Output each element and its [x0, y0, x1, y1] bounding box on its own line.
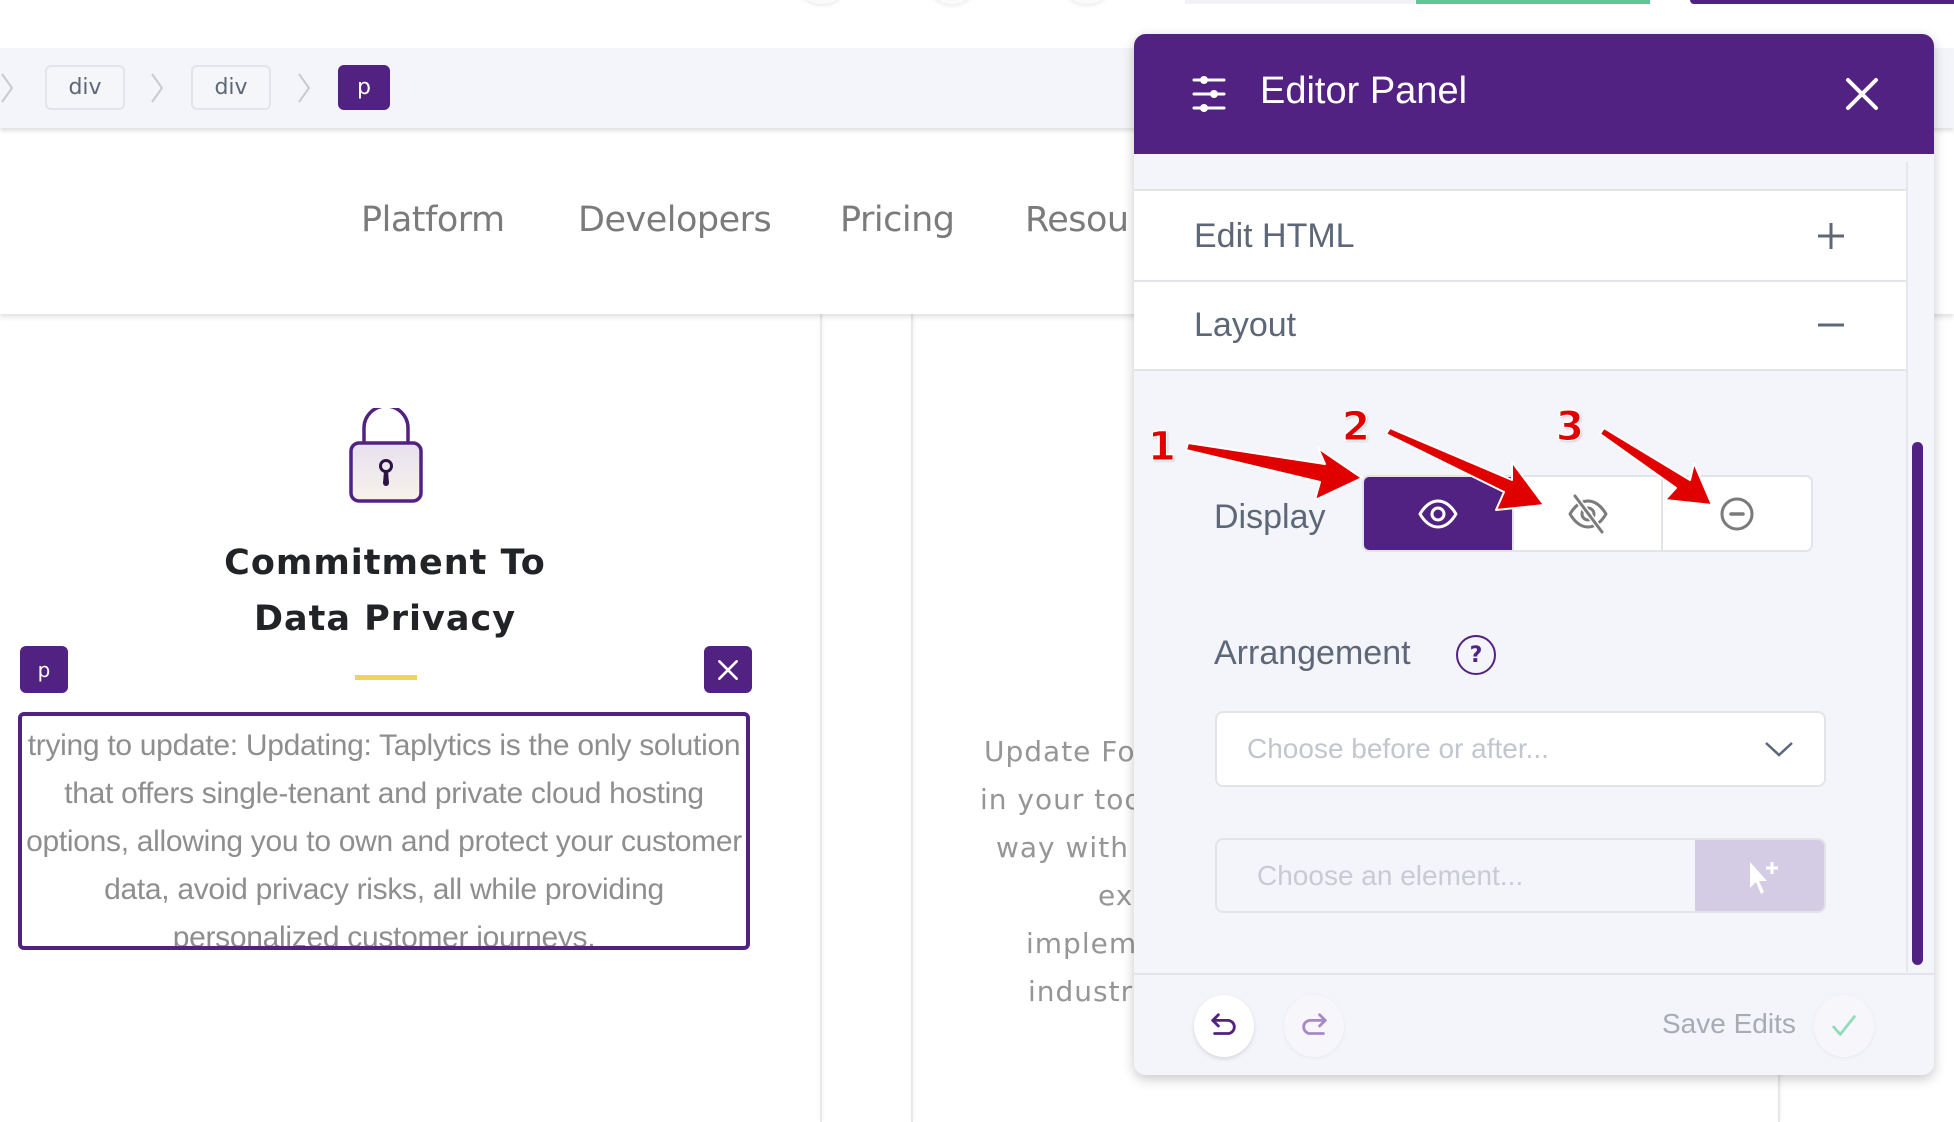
close-icon	[718, 659, 738, 680]
panel-top-spacer	[1134, 154, 1906, 190]
card-divider	[820, 314, 822, 1122]
nav-link-platform[interactable]: Platform	[361, 200, 505, 240]
chevron-right-icon	[0, 68, 14, 108]
pick-element-button[interactable]	[1695, 840, 1824, 911]
redo-button[interactable]	[1284, 995, 1344, 1057]
display-toggle-group	[1362, 475, 1813, 552]
display-visible-button[interactable]	[1364, 477, 1512, 550]
breadcrumb-item-div[interactable]: div	[45, 65, 125, 110]
nav-link-developers[interactable]: Developers	[578, 200, 772, 240]
top-remnant-bar	[1185, 0, 1415, 4]
editor-panel-title: Editor Panel	[1260, 70, 1468, 112]
element-picker	[1215, 838, 1826, 913]
section-label: Edit HTML	[1194, 217, 1355, 255]
top-nav-circle	[800, 0, 844, 4]
top-nav-circle	[1065, 0, 1109, 4]
select-placeholder: Choose before or after...	[1247, 733, 1549, 764]
save-edits-button[interactable]: Save Edits	[1662, 1008, 1796, 1040]
lock-icon	[348, 404, 424, 504]
close-panel-button[interactable]	[1844, 76, 1880, 112]
annotation-label-2: 2	[1342, 404, 1371, 451]
display-hidden-button[interactable]	[1511, 477, 1662, 550]
selected-element-text: trying to update: Updating: Taplytics is…	[26, 729, 742, 950]
undo-button[interactable]	[1194, 995, 1254, 1057]
element-input[interactable]	[1217, 840, 1695, 911]
section-label: Layout	[1194, 306, 1297, 344]
page: div div p Platform Developers Pricing Re…	[0, 0, 1954, 1122]
minus-circle-icon	[1720, 497, 1754, 530]
sliders-icon	[1192, 74, 1226, 114]
card-divider	[911, 314, 913, 1122]
save-confirm-button[interactable]	[1814, 995, 1874, 1057]
check-icon	[1832, 1015, 1856, 1036]
element-tag-badge: p	[20, 646, 68, 693]
chevron-right-icon	[297, 68, 311, 108]
eye-icon	[1418, 499, 1458, 528]
section-layout[interactable]: Layout	[1134, 280, 1906, 370]
title-underline	[355, 675, 417, 680]
undo-icon	[1211, 1013, 1236, 1035]
selected-element[interactable]: trying to update: Updating: Taplytics is…	[18, 712, 750, 950]
display-remove-button[interactable]	[1661, 477, 1811, 550]
redo-icon	[1302, 1013, 1327, 1035]
section-edit-html[interactable]: Edit HTML	[1134, 189, 1906, 281]
section-divider	[1134, 369, 1906, 371]
help-icon[interactable]: ?	[1456, 635, 1496, 675]
top-nav-circle	[930, 0, 974, 4]
plus-icon[interactable]	[1814, 219, 1848, 253]
panel-scrollbar-thumb[interactable]	[1912, 442, 1923, 965]
cursor-plus-icon	[1749, 861, 1778, 894]
nav-link-resources[interactable]: Resou	[1025, 200, 1129, 240]
deselect-element-button[interactable]	[704, 646, 752, 693]
nav-link-pricing[interactable]: Pricing	[840, 200, 955, 240]
breadcrumb-item-p[interactable]: p	[338, 65, 390, 110]
annotation-label-1: 1	[1148, 424, 1177, 471]
card-title-line2: Data Privacy	[253, 599, 517, 639]
editor-panel: Editor Panel Edit HTML Layout Display Ar…	[1134, 34, 1934, 1075]
chevron-down-icon	[1763, 735, 1795, 763]
top-purple-bar	[1690, 0, 1954, 4]
close-icon	[1846, 78, 1878, 110]
breadcrumb-item-div[interactable]: div	[191, 65, 271, 110]
card-title-line1: Commitment To	[224, 543, 546, 583]
arrangement-position-select[interactable]: Choose before or after...	[1215, 711, 1826, 787]
chevron-right-icon	[150, 68, 164, 108]
annotation-label-3: 3	[1556, 404, 1585, 451]
editor-panel-header: Editor Panel	[1134, 34, 1934, 154]
arrangement-label: Arrangement	[1214, 634, 1411, 672]
display-label: Display	[1214, 498, 1326, 536]
minus-icon[interactable]	[1814, 308, 1848, 342]
eye-off-icon	[1568, 493, 1607, 534]
editor-panel-footer: Save Edits	[1134, 973, 1934, 1075]
top-green-bar	[1416, 0, 1650, 4]
